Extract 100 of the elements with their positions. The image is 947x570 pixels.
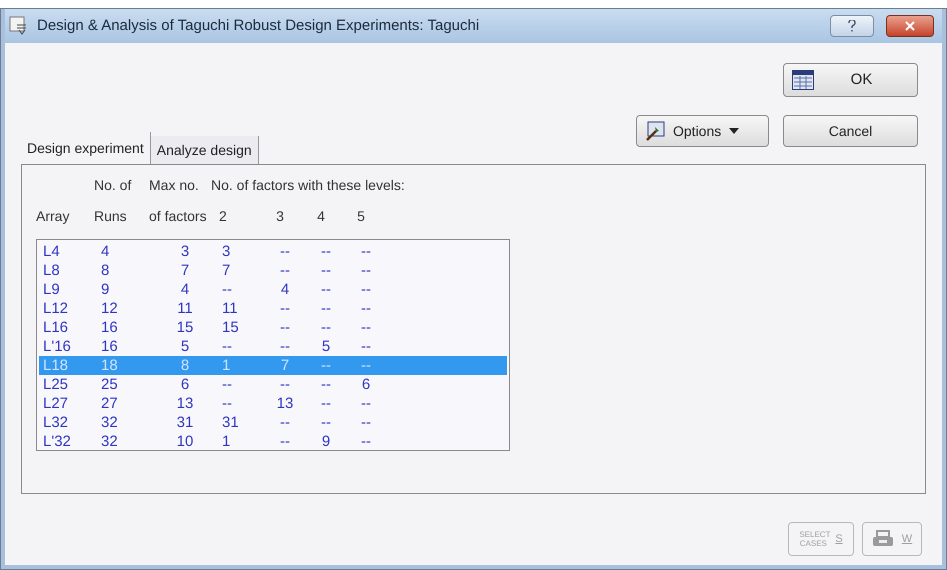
- array-row[interactable]: L27 27 13 -- 13 -- --: [39, 394, 507, 413]
- table-cell-text: 5: [320, 339, 332, 354]
- table-cell-text: --: [279, 244, 291, 259]
- table-cell-text: --: [360, 339, 372, 354]
- table-cell-text: L18: [42, 358, 70, 373]
- table-cell-text: 15: [176, 320, 194, 335]
- table-cell-text: --: [279, 320, 291, 335]
- array-row[interactable]: L4 4 3 3 -- -- --: [39, 242, 507, 261]
- ok-button[interactable]: OK: [783, 63, 918, 97]
- table-cell-text: 16: [100, 339, 119, 354]
- table-cell-text: --: [360, 301, 372, 316]
- table-cell-text: L8: [42, 263, 61, 278]
- table-cell-text: L'32: [42, 434, 72, 449]
- table-cell-text: --: [279, 415, 291, 430]
- table-cell-text: 7: [280, 358, 290, 373]
- array-row[interactable]: L16 16 15 15 -- -- --: [39, 318, 507, 337]
- array-row[interactable]: L8 8 7 7 -- -- --: [39, 261, 507, 280]
- table-cell-text: 1: [221, 434, 232, 449]
- table-cell-text: --: [360, 263, 372, 278]
- column-header: 5: [356, 207, 366, 226]
- table-cell-text: --: [320, 263, 332, 278]
- table-cell-text: --: [360, 358, 372, 373]
- table-cell-text: L25: [42, 377, 70, 392]
- table-cell-text: 5: [180, 339, 190, 354]
- column-header: 4: [316, 207, 326, 226]
- table-cell-text: 4: [280, 282, 290, 297]
- options-button[interactable]: Options: [636, 115, 769, 147]
- table-cell-text: 11: [176, 301, 194, 316]
- table-cell-text: 8: [100, 263, 110, 278]
- table-cell-text: 7: [221, 263, 232, 278]
- cancel-button[interactable]: Cancel: [783, 115, 918, 147]
- table-cell-text: 11: [221, 301, 239, 316]
- table-cell-text: L9: [42, 282, 61, 297]
- table-cell-text: 31: [221, 415, 240, 430]
- column-header: No. of: [94, 176, 132, 195]
- array-row[interactable]: L12 12 11 11 -- -- --: [39, 299, 507, 318]
- help-icon: [848, 20, 856, 32]
- column-header: Runs: [94, 207, 128, 226]
- table-cell-text: 13: [176, 396, 194, 411]
- array-row[interactable]: L32 32 31 31 -- -- --: [39, 413, 507, 432]
- table-cell-text: 4: [180, 282, 190, 297]
- table-cell-text: 32: [100, 415, 119, 430]
- table-cell-text: 31: [176, 415, 194, 430]
- table-cell-text: 6: [360, 377, 372, 392]
- array-row[interactable]: L9 9 4 -- 4 -- --: [39, 280, 507, 299]
- table-cell-text: 1: [221, 358, 232, 373]
- table-cell-text: 15: [221, 320, 240, 335]
- column-header: No. of factors with these levels:: [211, 176, 405, 195]
- column-header: of factors: [149, 207, 208, 226]
- window-title: Design & Analysis of Taguchi Robust Design Experiments: Taguchi: [37, 16, 480, 36]
- table-cell-text: --: [320, 415, 332, 430]
- table-cell-text: --: [320, 396, 332, 411]
- table-cell-text: --: [221, 377, 233, 392]
- table-cell-text: 27: [100, 396, 119, 411]
- table-cell-text: --: [360, 415, 372, 430]
- table-cell-text: 4: [100, 244, 110, 259]
- table-cell-text: --: [279, 434, 291, 449]
- column-header: 3: [275, 207, 285, 226]
- table-cell-text: 6: [180, 377, 190, 392]
- table-cell-text: 16: [100, 320, 119, 335]
- table-cell-text: --: [360, 434, 372, 449]
- table-cell-text: --: [360, 244, 372, 259]
- table-cell-text: --: [360, 282, 372, 297]
- table-cell-text: 18: [100, 358, 119, 373]
- table-cell-text: 12: [100, 301, 119, 316]
- array-row[interactable]: L'16 16 5 -- -- 5 --: [39, 337, 507, 356]
- table-cell-text: --: [279, 339, 291, 354]
- table-cell-text: --: [279, 263, 291, 278]
- array-row[interactable]: L25 25 6 -- -- -- 6: [39, 375, 507, 394]
- close-button[interactable]: [886, 15, 934, 37]
- table-cell-text: 9: [320, 434, 332, 449]
- printer-icon: [872, 530, 894, 548]
- table-cell-text: 8: [180, 358, 190, 373]
- help-button[interactable]: [830, 15, 874, 37]
- table-cell-text: --: [360, 320, 372, 335]
- table-cell-text: L4: [42, 244, 61, 259]
- table-icon: [792, 70, 814, 90]
- table-cell-text: --: [279, 301, 291, 316]
- table-cell-text: 9: [100, 282, 110, 297]
- table-cell-text: L27: [42, 396, 70, 411]
- table-cell-text: --: [221, 282, 233, 297]
- table-cell-text: --: [360, 396, 372, 411]
- table-cell-text: L12: [42, 301, 70, 316]
- array-row[interactable]: L'32 32 10 1 -- 9 --: [39, 432, 507, 451]
- caret-icon: [729, 128, 740, 134]
- column-header: Array: [36, 207, 70, 226]
- table-cell-text: --: [320, 282, 332, 297]
- table-cell-text: 13: [276, 396, 294, 411]
- app-icon: [9, 16, 29, 36]
- column-header: 2: [218, 207, 228, 226]
- table-cell-text: 3: [221, 244, 232, 259]
- column-header: Max no.: [149, 176, 200, 195]
- wand-icon: [645, 121, 665, 141]
- table-cell-text: L16: [42, 320, 70, 335]
- table-cell-text: --: [320, 301, 332, 316]
- table-cell-text: 7: [180, 263, 190, 278]
- table-cell-text: 10: [176, 434, 194, 449]
- table-cell-text: --: [279, 377, 291, 392]
- table-cell-text: --: [320, 377, 332, 392]
- tab[interactable]: Analyze design: [150, 136, 259, 165]
